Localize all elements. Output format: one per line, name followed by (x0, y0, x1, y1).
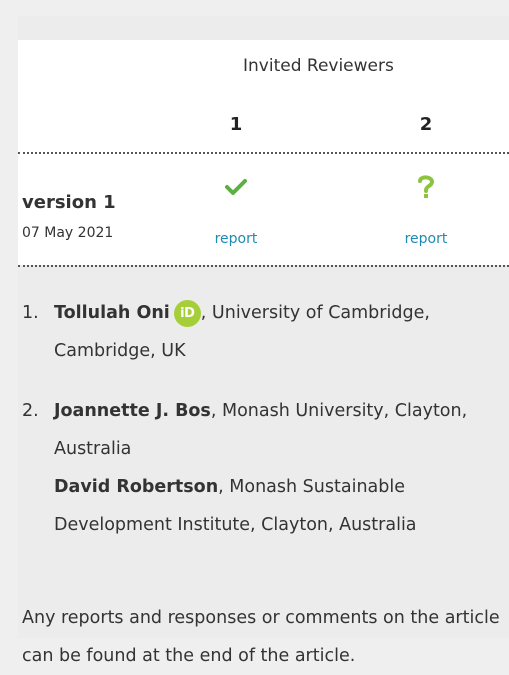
reviewer-number: 2. (22, 401, 39, 421)
orcid-icon[interactable]: iD (173, 300, 201, 327)
reviewer-column-2: 2 (419, 114, 433, 135)
reviewer-1-report-link[interactable]: report (201, 231, 271, 247)
reviewer-column-1: 1 (229, 114, 243, 135)
version-label: version 1 (22, 192, 116, 213)
version-date: 07 May 2021 (22, 225, 114, 241)
reviewer-name: Tollulah Oni (54, 303, 170, 323)
reviewer-status-panel: Invited Reviewers 1 2 version 1 07 May 2… (18, 16, 509, 666)
table-divider-bottom (18, 265, 509, 267)
table-divider-top (18, 152, 509, 154)
reviewer-name: Joannette J. Bos (54, 401, 211, 421)
reviewer-number: 1. (22, 303, 39, 323)
reviewer-2-report-link[interactable]: report (391, 231, 461, 247)
checkmark-icon (216, 178, 256, 204)
reviewer-name: David Robertson (54, 477, 219, 497)
question-mark-icon (406, 174, 446, 200)
reports-note: Any reports and responses or comments on… (22, 608, 500, 666)
